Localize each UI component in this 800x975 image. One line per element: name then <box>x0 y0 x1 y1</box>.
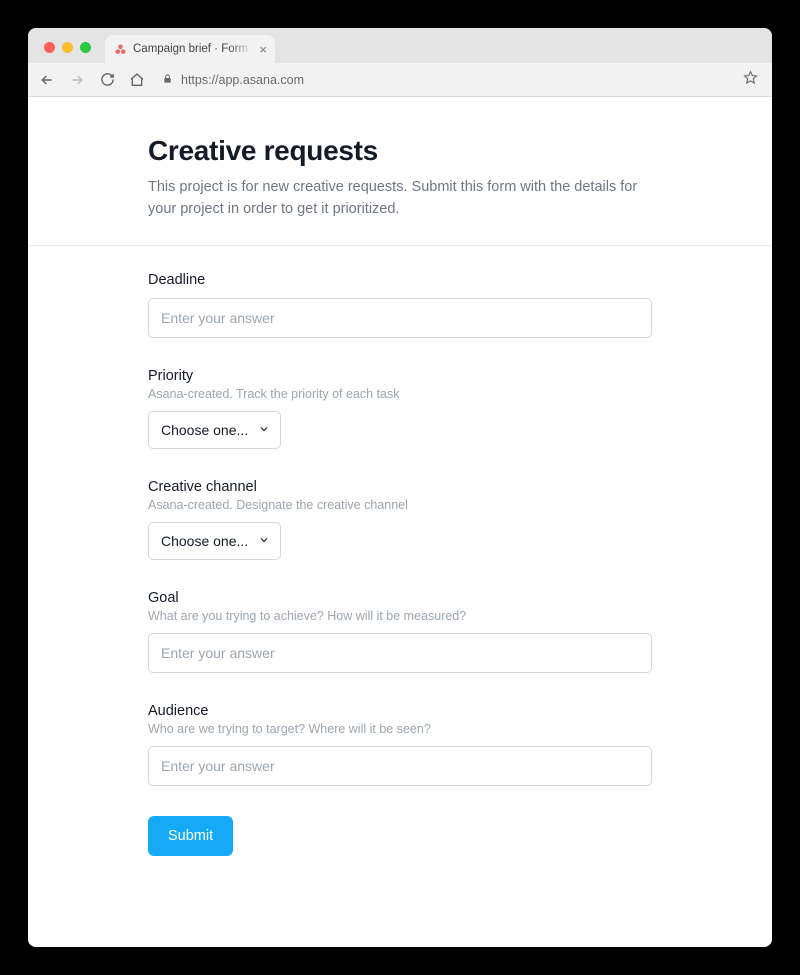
home-icon[interactable] <box>128 71 146 89</box>
field-goal: Goal What are you trying to achieve? How… <box>148 590 652 673</box>
window-controls <box>38 42 99 63</box>
asana-favicon-icon <box>113 42 127 56</box>
field-help-priority: Asana-created. Track the priority of eac… <box>148 387 652 401</box>
field-label-goal: Goal <box>148 590 652 606</box>
back-icon[interactable] <box>38 71 56 89</box>
bookmark-star-icon[interactable] <box>743 70 762 89</box>
audience-input[interactable] <box>148 746 652 786</box>
close-window-button[interactable] <box>44 42 55 53</box>
channel-selected-value: Choose one... <box>161 533 248 549</box>
chevron-down-icon <box>258 533 270 549</box>
url-field[interactable]: https://app.asana.com <box>158 73 731 87</box>
tab-strip: Campaign brief · Form by Asana × <box>28 28 772 63</box>
tab-title: Campaign brief · Form by Asana <box>133 43 253 55</box>
deadline-input[interactable] <box>148 298 652 338</box>
field-channel: Creative channel Asana-created. Designat… <box>148 479 652 560</box>
page-content: Creative requests This project is for ne… <box>28 97 772 947</box>
minimize-window-button[interactable] <box>62 42 73 53</box>
lock-icon <box>162 73 173 87</box>
priority-selected-value: Choose one... <box>161 422 248 438</box>
field-help-channel: Asana-created. Designate the creative ch… <box>148 498 652 512</box>
maximize-window-button[interactable] <box>80 42 91 53</box>
field-audience: Audience Who are we trying to target? Wh… <box>148 703 652 786</box>
field-help-goal: What are you trying to achieve? How will… <box>148 609 652 623</box>
submit-button[interactable]: Submit <box>148 816 233 856</box>
goal-input[interactable] <box>148 633 652 673</box>
page-title: Creative requests <box>148 135 652 167</box>
field-help-audience: Who are we trying to target? Where will … <box>148 722 652 736</box>
field-label-priority: Priority <box>148 368 652 384</box>
channel-select[interactable]: Choose one... <box>148 522 281 560</box>
chevron-down-icon <box>258 422 270 438</box>
field-deadline: Deadline <box>148 272 652 338</box>
field-label-audience: Audience <box>148 703 652 719</box>
reload-icon[interactable] <box>98 71 116 89</box>
form-header: Creative requests This project is for ne… <box>28 97 772 246</box>
form-body: Deadline Priority Asana-created. Track t… <box>28 246 772 896</box>
browser-window: Campaign brief · Form by Asana × https:/… <box>28 28 772 947</box>
url-text: https://app.asana.com <box>181 73 304 87</box>
form-description: This project is for new creative request… <box>148 177 652 221</box>
field-priority: Priority Asana-created. Track the priori… <box>148 368 652 449</box>
browser-tab[interactable]: Campaign brief · Form by Asana × <box>105 35 275 63</box>
close-tab-icon[interactable]: × <box>259 43 267 56</box>
priority-select[interactable]: Choose one... <box>148 411 281 449</box>
field-label-channel: Creative channel <box>148 479 652 495</box>
field-label-deadline: Deadline <box>148 272 652 288</box>
address-bar: https://app.asana.com <box>28 63 772 97</box>
forward-icon[interactable] <box>68 71 86 89</box>
